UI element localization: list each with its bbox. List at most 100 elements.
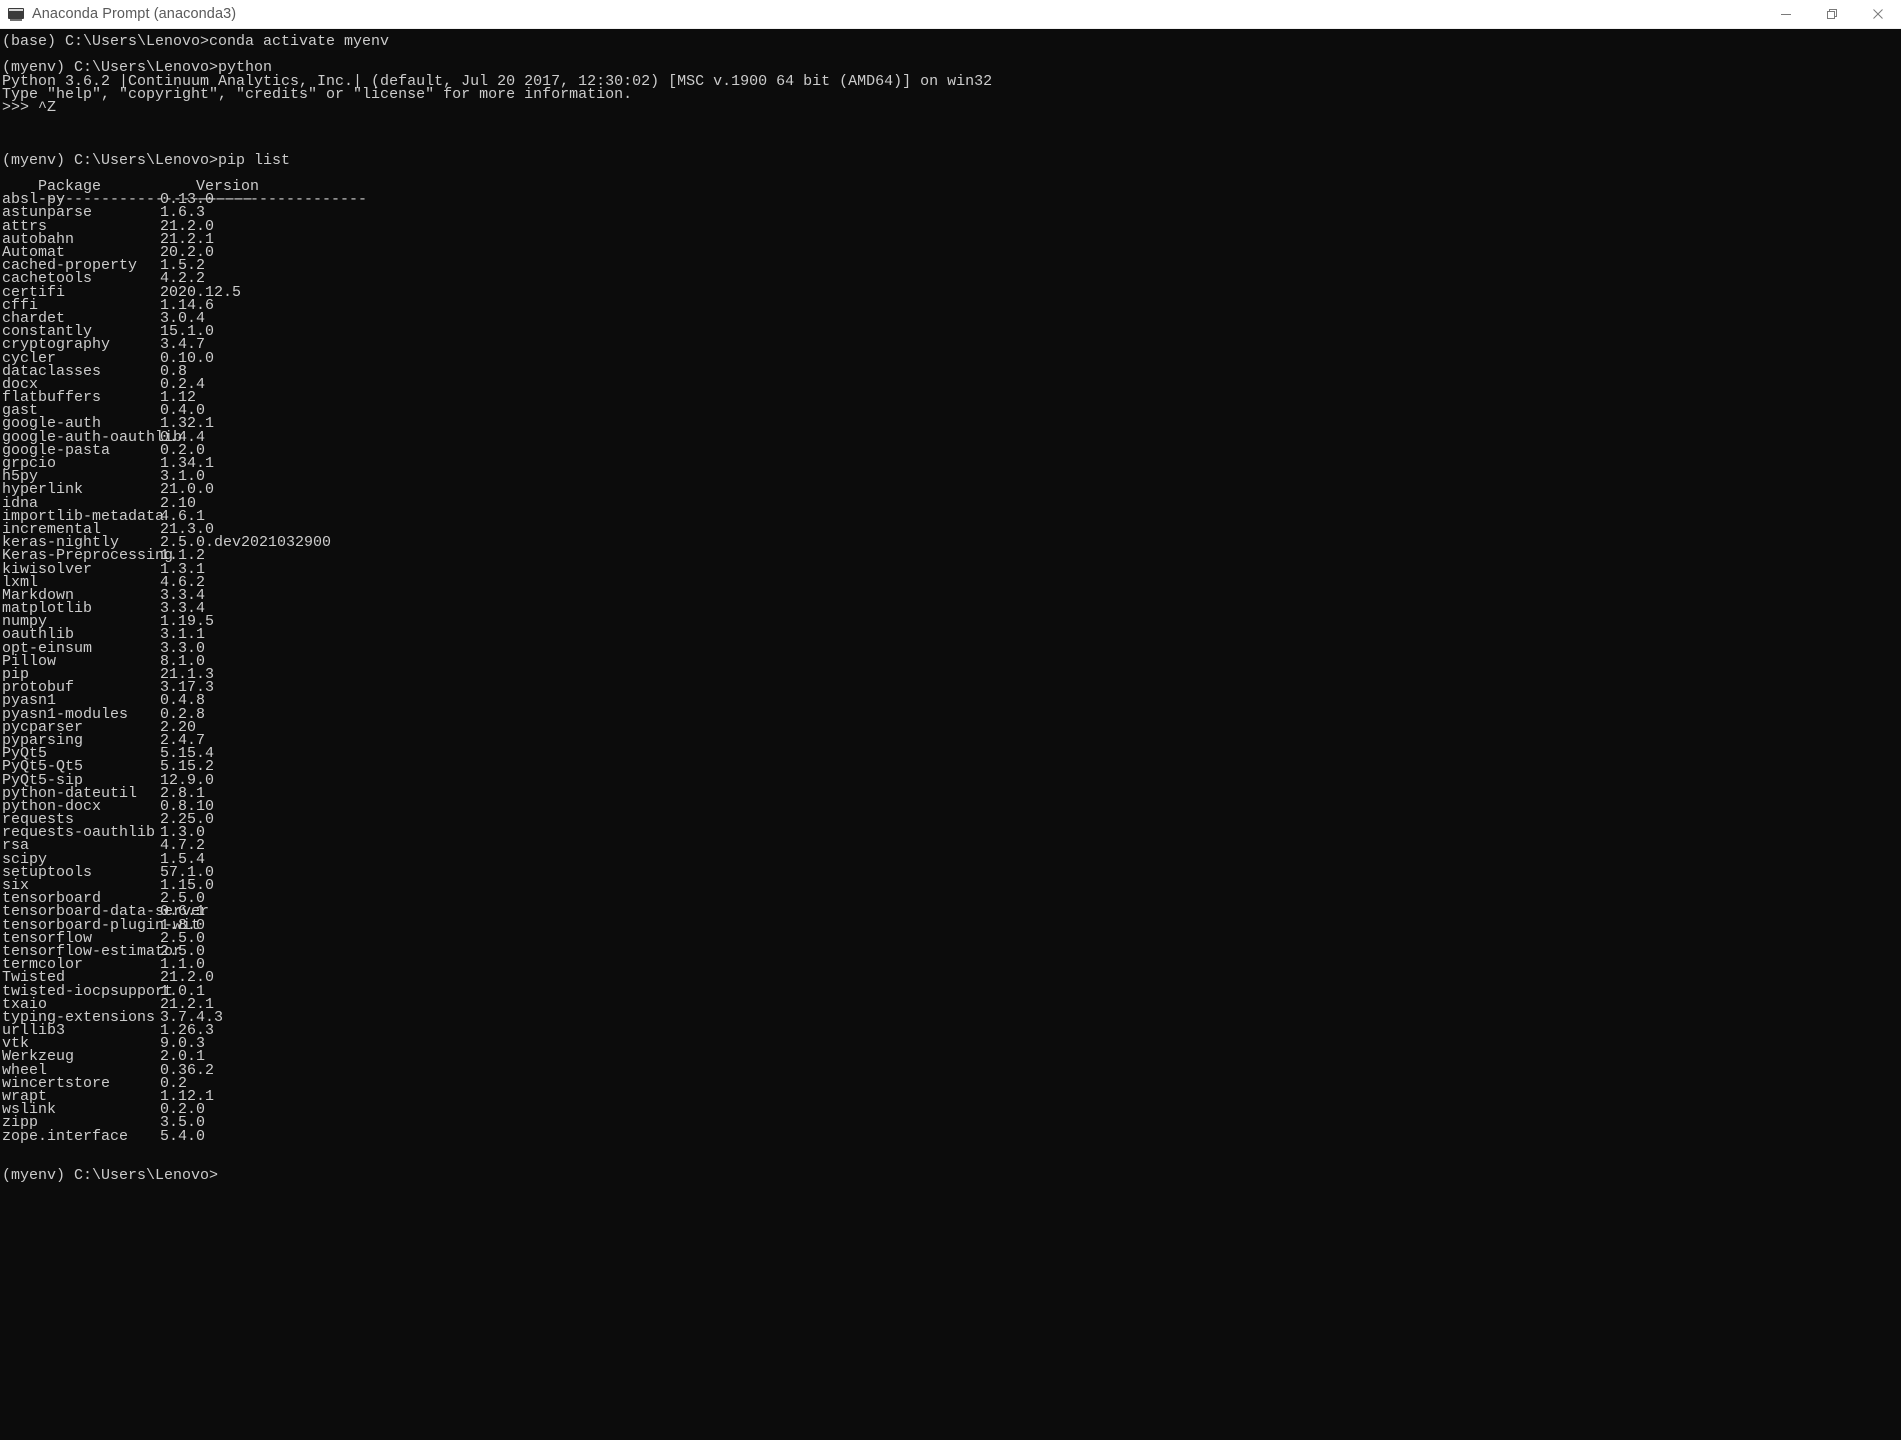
package-table-header: Package Version: [2, 167, 1901, 194]
window-controls: [1763, 0, 1901, 28]
restore-button[interactable]: [1809, 0, 1855, 28]
terminal-line-pip-list-command: (myenv) C:\Users\Lenovo>pip list: [2, 151, 291, 169]
package-row: zope.interface 5.4.0: [2, 1127, 1901, 1145]
package-row: wrapt 1.12.1: [2, 1089, 1901, 1104]
window-titlebar[interactable]: Anaconda Prompt (anaconda3): [0, 0, 1901, 29]
package-row: tensorboard-plugin-wit1.8.0: [2, 917, 1901, 932]
package-row: attrs 21.2.0: [2, 219, 1901, 234]
package-row: certifi 2020.12.5: [2, 284, 1901, 299]
package-row: tensorboard-data-server0.6.1: [2, 904, 1901, 919]
package-row: autobahn 21.2.1: [2, 232, 1901, 247]
package-row: scipy 1.5.4: [2, 852, 1901, 867]
package-row: PyQt5 5.15.4: [2, 746, 1901, 761]
package-row: Pillow 8.1.0: [2, 654, 1901, 669]
terminal-line: (base) C:\Users\Lenovo>conda activate my…: [2, 33, 390, 50]
separator-version: -------------------: [196, 191, 368, 209]
package-row: google-pasta 0.2.0: [2, 443, 1901, 458]
package-row: Twisted 21.2.0: [2, 970, 1901, 985]
package-row: idna 2.10: [2, 495, 1901, 510]
text-cursor: [218, 1169, 226, 1182]
package-row: cryptography 3.4.7: [2, 337, 1901, 352]
package-row: urllib3 1.26.3: [2, 1023, 1901, 1038]
package-row: cachetools 4.2.2: [2, 271, 1901, 286]
terminal-line: >>> ^Z: [2, 98, 57, 116]
package-row: typing-extensions 3.7.4.3: [2, 1010, 1901, 1025]
package-row: constantly 15.1.0: [2, 324, 1901, 339]
package-table-body: absl-py 0.13.0 astunparse 1.6.3 attrs 21.2.0 a…: [2, 192, 1901, 1145]
prompt-text: (myenv) C:\Users\Lenovo>: [2, 1167, 219, 1185]
package-row: rsa 4.7.2: [2, 838, 1901, 853]
package-version: 5.4.0: [160, 1127, 206, 1145]
terminal-prompt-line[interactable]: (myenv) C:\Users\Lenovo>: [2, 1167, 1901, 1185]
package-row: pyasn1 0.4.8: [2, 693, 1901, 708]
package-row: setuptools 57.1.0: [2, 865, 1901, 880]
package-row: kiwisolver 1.3.1: [2, 561, 1901, 576]
package-row: zipp 3.5.0: [2, 1115, 1901, 1130]
package-row: python-dateutil 2.8.1: [2, 786, 1901, 801]
package-row: oauthlib 3.1.1: [2, 627, 1901, 642]
package-row: Keras-Preprocessing1.1.2: [2, 548, 1901, 563]
package-row: lxml 4.6.2: [2, 575, 1901, 590]
package-row: cffi 1.14.6: [2, 298, 1901, 313]
package-row: tensorflow 2.5.0: [2, 931, 1901, 946]
titlebar-left-group: Anaconda Prompt (anaconda3): [0, 6, 236, 22]
restore-icon: [1827, 9, 1837, 19]
package-row: importlib-metadata4.6.1: [2, 509, 1901, 524]
package-row: twisted-iocpsupport1.0.1: [2, 983, 1901, 998]
package-row: keras-nightly 2.5.0.dev2021032900: [2, 535, 1901, 550]
package-row: termcolor 1.1.0: [2, 957, 1901, 972]
package-row: grpcio 1.34.1: [2, 456, 1901, 471]
package-row: vtk 9.0.3: [2, 1036, 1901, 1051]
package-row: wslink 0.2.0: [2, 1102, 1901, 1117]
package-row: Markdown 3.3.4: [2, 588, 1901, 603]
package-row: Automat 20.2.0: [2, 245, 1901, 260]
package-row: pip 21.1.3: [2, 667, 1901, 682]
package-row: gast 0.4.0: [2, 403, 1901, 418]
package-row: cycler 0.10.0: [2, 350, 1901, 365]
package-row: protobuf 3.17.3: [2, 680, 1901, 695]
package-row: astunparse 1.6.3: [2, 205, 1901, 220]
window-title: Anaconda Prompt (anaconda3): [32, 6, 237, 22]
package-row: pycparser 2.20: [2, 720, 1901, 735]
package-row: numpy 1.19.5: [2, 614, 1901, 629]
console-icon: [8, 7, 24, 21]
package-row: chardet 3.0.4: [2, 311, 1901, 326]
package-row: wincertstore 0.2: [2, 1076, 1901, 1091]
package-row: flatbuffers 1.12: [2, 390, 1901, 405]
package-row: hyperlink 21.0.0: [2, 482, 1901, 497]
package-row: Werkzeug 2.0.1: [2, 1049, 1901, 1064]
package-row: pyasn1-modules 0.2.8: [2, 706, 1901, 721]
close-button[interactable]: [1855, 0, 1901, 28]
minimize-button[interactable]: [1763, 0, 1809, 28]
terminal-line: Type "help", "copyright", "credits" or "…: [2, 85, 633, 103]
package-row: PyQt5-Qt5 5.15.2: [2, 759, 1901, 774]
package-row: google-auth-oauthlib0.4.4: [2, 430, 1901, 445]
package-row: tensorflow-estimator2.5.0: [2, 944, 1901, 959]
package-row: h5py 3.1.0: [2, 469, 1901, 484]
package-row: python-docx 0.8.10: [2, 799, 1901, 814]
package-row: matplotlib 3.3.4: [2, 601, 1901, 616]
package-row: requests 2.25.0: [2, 812, 1901, 827]
package-row: docx 0.2.4: [2, 377, 1901, 392]
package-row: six 1.15.0: [2, 878, 1901, 893]
close-icon: [1873, 9, 1883, 19]
package-row: wheel 0.36.2: [2, 1063, 1901, 1078]
package-row: pyparsing 2.4.7: [2, 733, 1901, 748]
package-row: PyQt5-sip 12.9.0: [2, 772, 1901, 787]
package-row: opt-einsum 3.3.0: [2, 641, 1901, 656]
package-name: zope.interface: [2, 1127, 129, 1145]
package-row: txaio 21.2.1: [2, 997, 1901, 1012]
package-row: cached-property 1.5.2: [2, 258, 1901, 273]
package-row: tensorboard 2.5.0: [2, 891, 1901, 906]
package-row: google-auth 1.32.1: [2, 416, 1901, 431]
package-table-separator: ----------------------------------------…: [2, 180, 1901, 207]
package-row: dataclasses 0.8: [2, 364, 1901, 379]
package-row: requests-oauthlib 1.3.0: [2, 825, 1901, 840]
terminal-output-area[interactable]: (base) C:\Users\Lenovo>conda activate my…: [0, 29, 1901, 1440]
minimize-icon: [1781, 14, 1791, 15]
